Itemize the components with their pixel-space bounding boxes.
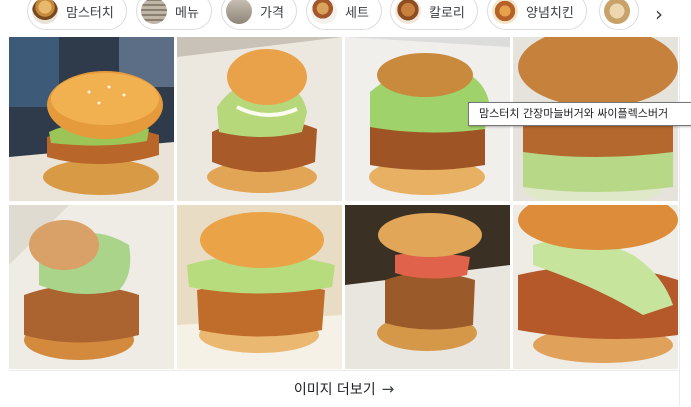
chip-next[interactable] [599, 0, 639, 30]
price-thumb-icon [226, 0, 252, 24]
set-thumb-icon [311, 0, 337, 24]
image-result[interactable] [9, 37, 174, 201]
chip-momstouch[interactable]: 맘스터치 [27, 0, 127, 30]
image-result[interactable] [177, 37, 342, 201]
image-result[interactable] [177, 205, 342, 369]
arrow-right-icon: → [381, 380, 395, 398]
chip-menu[interactable]: 메뉴 [136, 0, 212, 30]
burger-image [177, 37, 342, 201]
chip-price[interactable]: 가격 [221, 0, 297, 30]
burger-thumb-icon [32, 0, 58, 24]
chip-label: 맘스터치 [66, 5, 114, 21]
next-thumb-icon [604, 0, 630, 24]
chevron-right-icon[interactable]: › [645, 0, 673, 28]
more-images-label: 이미지 더보기 [293, 382, 376, 398]
chip-label: 메뉴 [175, 5, 199, 21]
burger-image [513, 205, 678, 369]
chicken-thumb-icon [492, 0, 518, 24]
image-result[interactable] [9, 205, 174, 369]
burger-image [9, 205, 174, 369]
calorie-thumb-icon [395, 0, 421, 24]
menu-thumb-icon [141, 0, 167, 24]
burger-image [177, 205, 342, 369]
chip-calorie[interactable]: 칼로리 [390, 0, 478, 30]
image-result[interactable] [513, 205, 678, 369]
burger-image [9, 37, 174, 201]
chip-label: 양념치킨 [526, 5, 574, 21]
image-tooltip: 맘스터치 간장마늘버거와 싸이플렉스버거 [468, 102, 691, 126]
filter-chips-row: 맘스터치 메뉴 가격 세트 칼로리 양념치킨 › [0, 0, 691, 37]
chip-set[interactable]: 세트 [306, 0, 382, 30]
more-images-button[interactable]: 이미지 더보기 → [9, 370, 679, 407]
image-result[interactable] [345, 205, 510, 369]
image-grid [9, 37, 679, 370]
chip-label: 칼로리 [429, 5, 465, 21]
chip-yangnyeom-chicken[interactable]: 양념치킨 [487, 0, 587, 30]
grid-right-edge [679, 37, 691, 406]
burger-image [345, 205, 510, 369]
chip-label: 세트 [345, 5, 369, 21]
chip-label: 가격 [260, 5, 284, 21]
